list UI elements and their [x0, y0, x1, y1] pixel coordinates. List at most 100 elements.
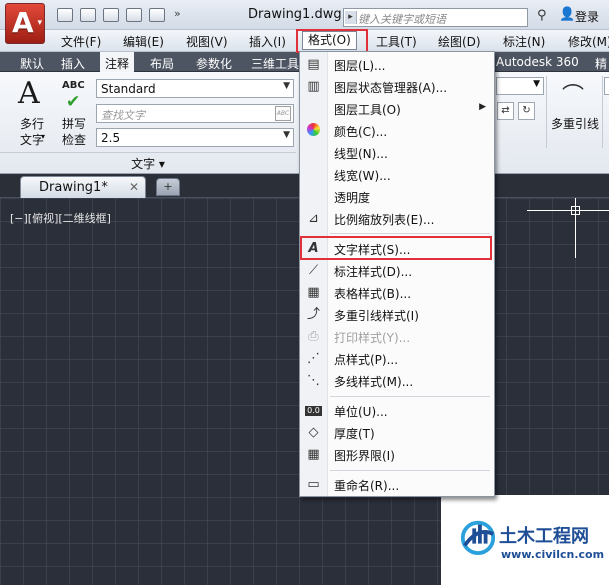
tab-default[interactable]: 默认: [20, 55, 44, 72]
find-abc-icon[interactable]: ABC: [275, 106, 291, 121]
menu-item-layer-tools[interactable]: 图层工具(O) ▶: [300, 98, 494, 120]
text-style-value: Standard: [101, 82, 156, 96]
text-panel-title[interactable]: 文字 ▾: [0, 152, 296, 171]
units-icon: 0.0: [305, 406, 322, 416]
login-button[interactable]: 登录: [575, 8, 599, 25]
menu-item-label: 线型(N)...: [334, 147, 388, 161]
chevron-down-icon: ▼: [283, 81, 290, 91]
menu-file[interactable]: 文件(F): [61, 33, 101, 50]
quick-access-more-icon[interactable]: »: [174, 7, 181, 20]
menu-item-label: 图层工具(O): [334, 103, 401, 117]
watermark: 土木工程网 www.civilcn.com: [441, 495, 609, 585]
document-tab[interactable]: Drawing1* ✕: [20, 176, 146, 198]
drawing-limits-icon: ▦: [307, 447, 320, 462]
text-style-select[interactable]: Standard ▼: [96, 79, 294, 98]
menu-insert[interactable]: 插入(I): [249, 33, 286, 50]
tab-insert[interactable]: 插入: [61, 55, 85, 72]
layer-state-icon: ▥: [307, 79, 320, 94]
multileader-label[interactable]: 多重引线: [551, 115, 599, 132]
multileader-icon[interactable]: ⌒: [562, 78, 592, 109]
table-update-icon[interactable]: ↻: [518, 102, 535, 120]
menu-item-label: 线宽(W)...: [334, 169, 391, 183]
save-as-icon[interactable]: [126, 8, 142, 22]
menu-item-dimension-style[interactable]: ⟋ 标注样式(D)...: [300, 260, 494, 282]
tab-3d-tools[interactable]: 三维工具: [251, 55, 299, 72]
tab-annotate[interactable]: 注释: [100, 52, 135, 72]
tab-layout[interactable]: 布局: [150, 55, 174, 72]
menu-modify[interactable]: 修改(M): [568, 33, 609, 50]
leader-style-select[interactable]: [604, 77, 609, 95]
find-text-input[interactable]: 查找文字 ABC: [96, 104, 294, 123]
search-placeholder: 键入关键字或短语: [358, 13, 446, 26]
menu-item-multiline-style[interactable]: ⋱ 多线样式(M)...: [300, 370, 494, 392]
menu-item-multileader-style[interactable]: ⤴ 多重引线样式(I): [300, 304, 494, 326]
title-bar: » Drawing1.dwg ▸ 键入关键字或短语 ⚲ 👤 登录: [0, 0, 609, 30]
right-panel-select[interactable]: ▼: [496, 77, 544, 95]
chevron-down-icon: ▾: [37, 18, 42, 28]
rename-icon: ▭: [307, 477, 320, 492]
help-search-input[interactable]: ▸ 键入关键字或短语: [343, 8, 528, 27]
menu-item-layer-state[interactable]: ▥ 图层状态管理器(A)...: [300, 76, 494, 98]
submenu-arrow-icon: ▶: [479, 102, 486, 112]
dimension-style-icon: ⟋: [308, 263, 319, 278]
menu-item-label: 重命名(R)...: [334, 479, 400, 493]
menu-separator: [330, 233, 490, 234]
document-tab-label: Drawing1*: [39, 180, 108, 195]
check-mark-icon: ✔: [66, 92, 81, 112]
format-menu: ▤ 图层(L)... ▥ 图层状态管理器(A)... 图层工具(O) ▶ 颜色(…: [299, 51, 495, 497]
menu-item-drawing-limits[interactable]: ▦ 图形界限(I): [300, 444, 494, 466]
watermark-url: www.civilcn.com: [501, 548, 605, 561]
menu-item-transparency[interactable]: 透明度: [300, 186, 494, 208]
spell-label-1[interactable]: 拼写: [62, 115, 86, 132]
menu-item-label: 图层状态管理器(A)...: [334, 81, 448, 95]
layer-icon: ▤: [307, 57, 320, 72]
menu-item-scale-list[interactable]: ⊿ 比例缩放列表(E)...: [300, 208, 494, 230]
mtext-label-1[interactable]: 多行: [20, 115, 44, 132]
tab-autodesk-360[interactable]: Autodesk 360: [496, 55, 579, 69]
tab-parametric[interactable]: 参数化: [196, 55, 232, 72]
menu-item-point-style[interactable]: ⋰ 点样式(P)...: [300, 348, 494, 370]
menu-edit[interactable]: 编辑(E): [123, 33, 164, 50]
binoculars-icon[interactable]: ⚲: [537, 8, 547, 23]
search-expand-icon[interactable]: ▸: [345, 11, 357, 24]
close-icon[interactable]: ✕: [129, 180, 139, 194]
menu-separator: [330, 396, 490, 397]
menu-item-label: 透明度: [334, 191, 371, 205]
menu-item-label: 比例缩放列表(E)...: [334, 213, 435, 227]
menu-item-layer[interactable]: ▤ 图层(L)...: [300, 54, 494, 76]
menu-item-plot-style: ⎙ 打印样式(Y)...: [300, 326, 494, 348]
tab-featured[interactable]: 精: [595, 55, 607, 72]
viewport-controls[interactable]: [−][俯视][二维线框]: [10, 210, 111, 226]
menu-item-units[interactable]: 0.0 单位(U)...: [300, 400, 494, 422]
menu-view[interactable]: 视图(V): [186, 33, 228, 50]
chevron-down-icon: ▼: [533, 79, 540, 89]
multiline-text-icon[interactable]: A: [18, 76, 40, 111]
menu-item-lineweight[interactable]: 线宽(W)...: [300, 164, 494, 186]
spell-label-2[interactable]: 检查: [62, 131, 86, 148]
print-icon[interactable]: [149, 8, 165, 22]
open-folder-icon[interactable]: [80, 8, 96, 22]
menu-item-label: 表格样式(B)...: [334, 287, 412, 301]
menu-tools[interactable]: 工具(T): [376, 33, 417, 50]
panel-divider: [546, 76, 547, 148]
menu-item-label: 颜色(C)...: [334, 125, 388, 139]
menu-item-linetype[interactable]: 线型(N)...: [300, 142, 494, 164]
table-link-icon[interactable]: ⇄: [497, 102, 514, 120]
menu-dimension[interactable]: 标注(N): [503, 33, 545, 50]
menu-item-thickness[interactable]: ◇ 厚度(T): [300, 422, 494, 444]
text-height-select[interactable]: 2.5 ▼: [96, 128, 294, 147]
new-file-icon[interactable]: [57, 8, 73, 22]
application-menu-button[interactable]: A ▾: [5, 3, 45, 44]
menu-item-table-style[interactable]: ▦ 表格样式(B)...: [300, 282, 494, 304]
user-icon[interactable]: 👤: [559, 7, 575, 22]
save-icon[interactable]: [103, 8, 119, 22]
color-wheel-icon: [305, 123, 322, 139]
menu-separator: [330, 470, 490, 471]
menu-item-color[interactable]: 颜色(C)...: [300, 120, 494, 142]
new-tab-icon[interactable]: +: [156, 178, 180, 196]
menu-item-rename[interactable]: ▭ 重命名(R)...: [300, 474, 494, 496]
chevron-down-icon: ▼: [283, 130, 290, 140]
menu-item-label: 多线样式(M)...: [334, 375, 414, 389]
menu-draw[interactable]: 绘图(D): [438, 33, 481, 50]
menu-item-label: 厚度(T): [334, 427, 375, 441]
